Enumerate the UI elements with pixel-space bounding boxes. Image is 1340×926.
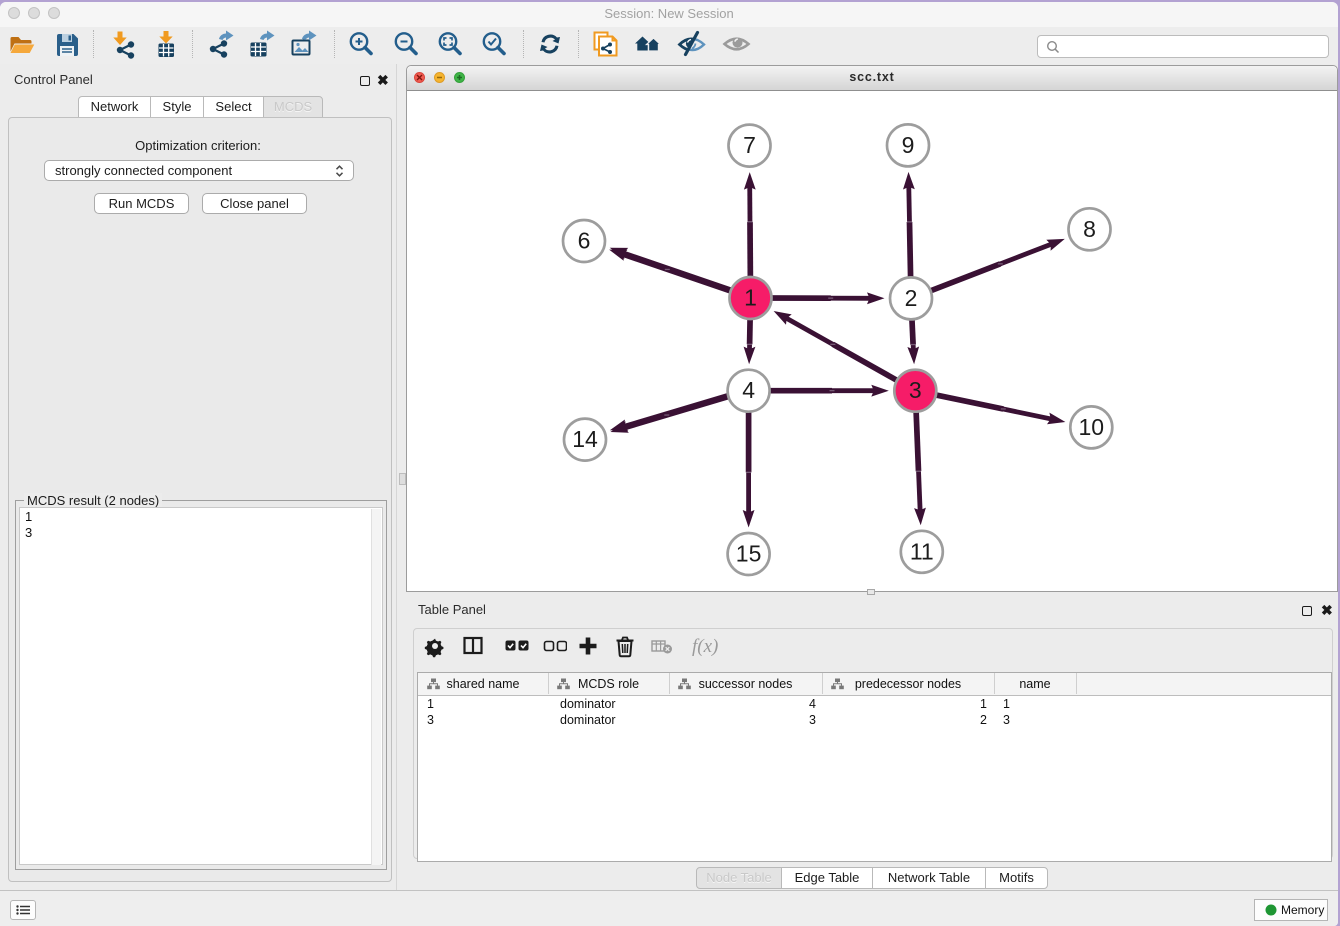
svg-text:15: 15 bbox=[736, 541, 762, 567]
svg-text:9: 9 bbox=[902, 132, 915, 158]
svg-text:11: 11 bbox=[910, 538, 934, 564]
svg-text:10: 10 bbox=[1079, 414, 1105, 440]
svg-text:8: 8 bbox=[1083, 216, 1096, 242]
svg-text:2: 2 bbox=[905, 285, 918, 311]
svg-text:4: 4 bbox=[742, 377, 755, 403]
svg-text:f(x): f(x) bbox=[692, 636, 718, 657]
svg-text:7: 7 bbox=[743, 132, 756, 158]
svg-text:1: 1 bbox=[744, 285, 757, 311]
svg-text:14: 14 bbox=[572, 426, 598, 452]
svg-text:6: 6 bbox=[578, 228, 591, 254]
svg-text:3: 3 bbox=[909, 377, 922, 403]
